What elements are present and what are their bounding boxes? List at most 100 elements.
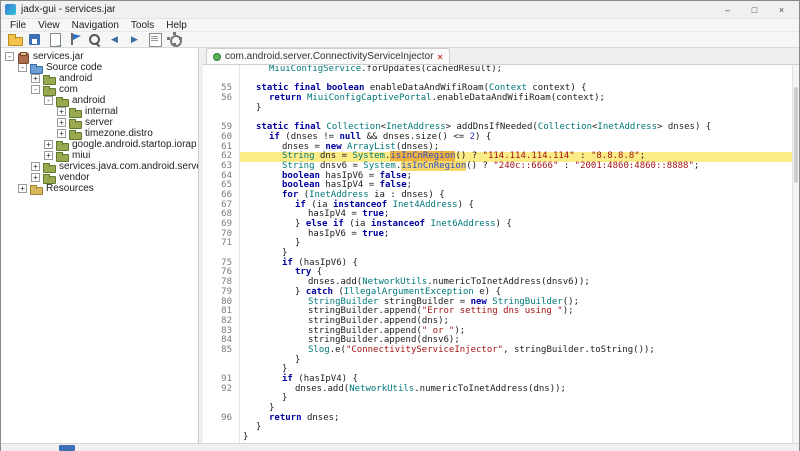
tree-item-label: Source code	[46, 62, 102, 73]
back-icon[interactable]: ◀	[106, 32, 123, 47]
code-token: static	[256, 122, 289, 132]
code-token: }	[295, 355, 300, 365]
code-token: stringBuilder	[308, 326, 378, 336]
code-token: InetAddress	[597, 122, 657, 132]
menu-view[interactable]: View	[33, 20, 65, 31]
settings-icon[interactable]	[166, 32, 183, 47]
expand-icon[interactable]: +	[44, 140, 53, 149]
tab-close-icon[interactable]: ×	[437, 52, 442, 62]
editor-scrollbar[interactable]	[792, 65, 799, 443]
menu-tools[interactable]: Tools	[126, 20, 159, 31]
tree-item-source-code[interactable]: - Source code	[1, 62, 198, 73]
code-row: 66for (InetAddress ia : dnses) {	[203, 191, 799, 201]
tab-connectivity-service-injector[interactable]: com.android.server.ConnectivityServiceIn…	[206, 48, 450, 64]
code-token: toString	[590, 345, 633, 355]
code-line[interactable]: if (hasIpV6) {	[239, 259, 799, 269]
code-token: if	[269, 132, 280, 142]
code-token: StringBuilder	[492, 297, 562, 307]
tree-item-internal[interactable]: +internal	[1, 106, 198, 117]
search-match-token[interactable]: isInCnRegion	[390, 151, 455, 161]
menu-navigation[interactable]: Navigation	[67, 20, 124, 31]
gutter-separator	[239, 65, 240, 443]
tree-item-timezone-distro[interactable]: +timezone.distro	[1, 128, 198, 139]
code-token: enableDataAndWifiRoam	[370, 83, 484, 93]
line-number	[203, 104, 239, 114]
expand-icon[interactable]: +	[44, 151, 53, 160]
collapse-icon[interactable]: -	[31, 85, 40, 94]
tree-item-android[interactable]: -android	[1, 95, 198, 106]
tree-item-services-java-com-android-server-[interactable]: +services.java.com.android.server..	[1, 161, 198, 172]
search-icon[interactable]	[86, 32, 103, 47]
code-token: {	[352, 374, 357, 384]
code-token: if	[333, 219, 344, 229]
line-number	[203, 65, 239, 75]
expand-icon[interactable]: +	[31, 173, 40, 182]
close-button[interactable]: ×	[768, 2, 795, 18]
menu-help[interactable]: Help	[161, 20, 192, 31]
collapse-icon[interactable]: -	[5, 52, 14, 61]
code-line[interactable]: }	[239, 423, 799, 433]
tree-item-vendor[interactable]: +vendor	[1, 172, 198, 183]
code-row: 82stringBuilder.append(dns);	[203, 317, 799, 327]
code-token: StringBuilder	[308, 297, 378, 307]
collapse-icon[interactable]: -	[44, 96, 53, 105]
code-line[interactable]: Slog.e("ConnectivityServiceInjector", st…	[239, 346, 799, 356]
minimize-button[interactable]: –	[714, 2, 741, 18]
code-line[interactable]: return MiuiConfigCaptivePortal.enableDat…	[239, 94, 799, 104]
expand-icon[interactable]: +	[57, 129, 66, 138]
status-bar	[1, 443, 799, 451]
log-viewer-icon[interactable]	[146, 32, 163, 47]
code-line[interactable]: hasIpV6 = true;	[239, 230, 799, 240]
code-token: System	[352, 151, 385, 161]
code-token: "ConnectivityServiceInjector"	[346, 345, 503, 355]
code-token: append	[384, 316, 417, 326]
code-line[interactable]: dnses.add(NetworkUtils.numericToInetAddr…	[239, 385, 799, 395]
code-token: hasIpV4	[325, 180, 363, 190]
scrollbar-thumb[interactable]	[794, 87, 798, 183]
code-token: NetworkUtils	[349, 384, 414, 394]
tree-item-google-android-startop-iorap[interactable]: +google.android.startop.iorap	[1, 139, 198, 150]
code-token: String	[282, 151, 315, 161]
menu-file[interactable]: File	[5, 20, 31, 31]
code-line[interactable]: }	[239, 239, 799, 249]
forward-icon[interactable]: ▶	[126, 32, 143, 47]
expand-icon[interactable]: +	[18, 184, 27, 193]
expand-icon[interactable]: +	[57, 107, 66, 116]
code-line[interactable]: return dnses;	[239, 414, 799, 424]
flag-icon[interactable]	[66, 32, 83, 47]
collapse-icon[interactable]: -	[18, 63, 27, 72]
tree-item-com[interactable]: -com	[1, 84, 198, 95]
code-line[interactable]: }	[239, 394, 799, 404]
code-row: 70hasIpV6 = true;	[203, 230, 799, 240]
code-token: {	[496, 287, 501, 297]
code-token: "240c::6666"	[493, 161, 558, 171]
save-all-icon[interactable]	[26, 32, 43, 47]
code-token: Inet4Address	[393, 200, 458, 210]
tree-item-resources[interactable]: +Resources	[1, 183, 198, 194]
export-icon[interactable]	[46, 32, 63, 47]
expand-icon[interactable]: +	[57, 118, 66, 127]
code-token: dnses	[308, 277, 335, 287]
code-token: }	[295, 238, 300, 248]
tree-item-miui[interactable]: +miui	[1, 150, 198, 161]
code-token: &&	[367, 132, 378, 142]
expand-icon[interactable]: +	[31, 162, 40, 171]
code-token: stringBuilder	[308, 335, 378, 345]
code-line[interactable]: MiuiConfigService.forUpdates(cachedResul…	[239, 65, 799, 75]
code-line[interactable]: }	[239, 356, 799, 366]
tree-item-services-jar[interactable]: -services.jar	[1, 51, 198, 62]
code-token: <=	[453, 132, 464, 142]
tree-item-android[interactable]: +android	[1, 73, 198, 84]
code-token: dnses	[282, 142, 309, 152]
code-editor[interactable]: MiuiConfigService.forUpdates(cachedResul…	[203, 65, 799, 443]
code-token: MiuiConfigService	[269, 65, 361, 74]
maximize-button[interactable]: □	[741, 2, 768, 18]
open-file-icon[interactable]	[6, 32, 23, 47]
search-match-token[interactable]: isInCnRegion	[401, 161, 466, 171]
code-line[interactable]: }	[239, 104, 799, 114]
tree-item-server[interactable]: +server	[1, 117, 198, 128]
code-line[interactable]: }	[239, 433, 799, 443]
line-number	[203, 423, 239, 433]
main-split: -services.jar-Source code+android-com-an…	[1, 48, 799, 443]
expand-icon[interactable]: +	[31, 74, 40, 83]
